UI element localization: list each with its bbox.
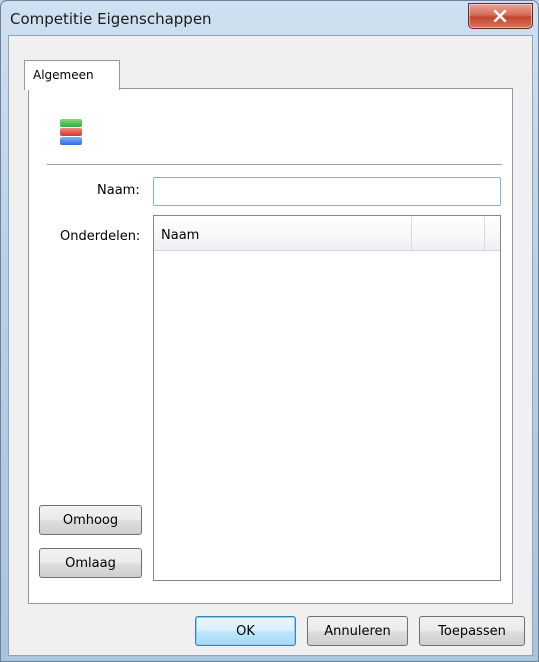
close-x-icon	[493, 10, 507, 22]
move-down-button[interactable]: Omlaag	[39, 548, 142, 578]
column-header-2[interactable]	[412, 216, 485, 250]
tab-label: Algemeen	[33, 68, 94, 82]
parts-list-header: Naam	[154, 216, 500, 251]
apply-button[interactable]: Toepassen	[419, 616, 525, 646]
parts-label: Onderdelen:	[60, 229, 141, 244]
name-input[interactable]	[153, 177, 501, 206]
competition-stack-icon	[60, 119, 82, 146]
title-bar[interactable]: Competitie Eigenschappen	[1, 1, 538, 35]
name-label: Naam:	[97, 183, 140, 198]
column-header-name[interactable]: Naam	[154, 216, 412, 250]
tab-algemeen[interactable]: Algemeen	[24, 60, 120, 90]
parts-list[interactable]: Naam	[153, 215, 501, 581]
close-button[interactable]	[468, 3, 533, 29]
divider	[47, 164, 502, 166]
ok-button[interactable]: OK	[195, 616, 296, 646]
column-header-3[interactable]	[485, 216, 500, 250]
move-up-button[interactable]: Omhoog	[39, 505, 142, 535]
cancel-button[interactable]: Annuleren	[307, 616, 408, 646]
window-title: Competitie Eigenschappen	[10, 10, 212, 28]
